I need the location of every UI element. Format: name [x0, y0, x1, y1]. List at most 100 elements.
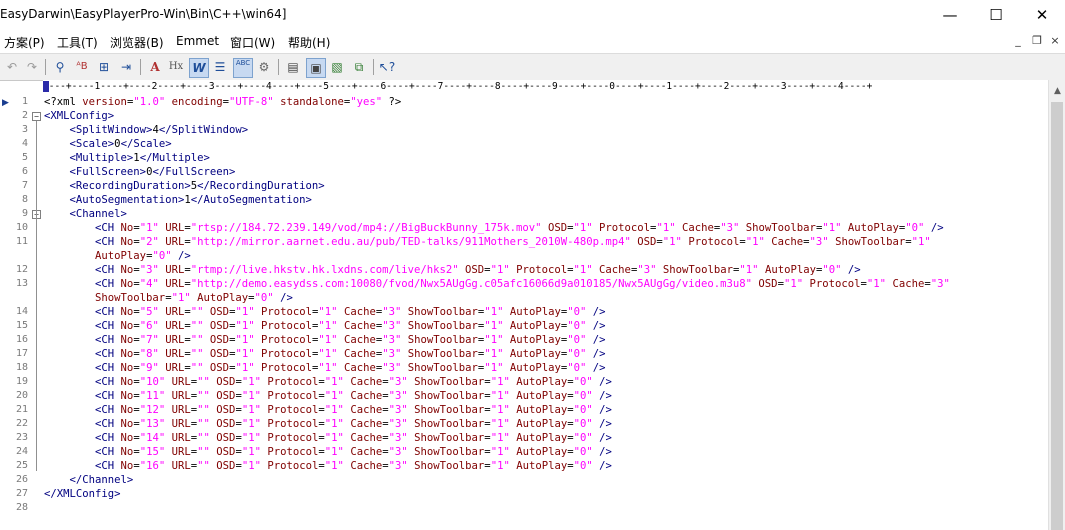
code-line[interactable]: ShowToolbar="1" AutoPlay="0" /> [44, 291, 1044, 305]
goto-icon[interactable]: ⇥ [117, 58, 135, 76]
font-icon[interactable]: A [146, 58, 164, 76]
find-icon[interactable]: ⚲ [51, 58, 69, 76]
view-tiles-icon[interactable]: ▣ [306, 58, 326, 78]
code-line[interactable]: <CH No="8" URL="" OSD="1" Protocol="1" C… [44, 347, 1044, 361]
line-numbers-icon[interactable]: ☰ [211, 58, 229, 76]
scrollbar-thumb[interactable] [1051, 102, 1063, 530]
title-bar: EasyDarwin\EasyPlayerPro-Win\Bin\C++\win… [0, 0, 1065, 31]
code-token: AutoPlay [509, 306, 561, 318]
menu-tools[interactable]: 工具(T) [57, 34, 98, 51]
code-token: "14" [139, 432, 166, 444]
maximize-button[interactable]: ☐ [973, 0, 1019, 31]
code-line[interactable]: <CH No="1" URL="rtsp://184.72.239.149/vo… [44, 221, 1044, 235]
help-pointer-icon[interactable]: ↖? [378, 58, 396, 76]
menu-browser[interactable]: 浏览器(B) [110, 34, 164, 51]
code-token: "1" [739, 264, 759, 276]
code-line[interactable]: <CH No="11" URL="" OSD="1" Protocol="1" … [44, 389, 1044, 403]
code-token: No [120, 278, 134, 290]
code-token: "1" [484, 320, 504, 332]
code-token: /> [592, 446, 612, 458]
close-button[interactable]: ✕ [1019, 0, 1065, 31]
code-token: "1" [318, 348, 338, 360]
code-token: </FullScreen> [152, 166, 236, 178]
code-line[interactable]: </Channel> [44, 473, 1044, 487]
code-token: "" [197, 460, 210, 472]
code-editor[interactable]: ▶ 1 2 3 4 5 6 7 8 9 10 11 12 13 14 15 16 17 18 19 20 21 22 23 2… [0, 94, 1048, 530]
line-number: 14 [15, 306, 28, 317]
code-line[interactable]: <CH No="3" URL="rtmp://live.hkstv.hk.lxd… [44, 263, 1044, 277]
code-line[interactable]: <CH No="5" URL="" OSD="1" Protocol="1" C… [44, 305, 1044, 319]
find-in-files-icon[interactable]: ⊞ [95, 58, 113, 76]
code-token: "0" [152, 250, 172, 262]
word-wrap-icon[interactable]: W [189, 58, 209, 78]
code-line[interactable]: <CH No="4" URL="http://demo.easydss.com:… [44, 277, 1044, 291]
code-line[interactable]: <CH No="2" URL="http://mirror.aarnet.edu… [44, 235, 1044, 249]
replace-icon[interactable]: ᴬB [73, 58, 91, 76]
code-line[interactable]: <RecordingDuration>5</RecordingDuration> [44, 179, 1044, 193]
scroll-up-icon[interactable]: ▲ [1049, 86, 1065, 96]
view-details-icon[interactable]: ▧ [328, 58, 346, 76]
code-line[interactable]: <AutoSegmentation>1</AutoSegmentation> [44, 193, 1044, 207]
code-line[interactable]: <XMLConfig> [44, 109, 1044, 123]
code-line[interactable]: <CH No="16" URL="" OSD="1" Protocol="1" … [44, 459, 1044, 473]
spell-check-icon[interactable]: ABC [233, 58, 253, 78]
code-line[interactable]: <Scale>0</Scale> [44, 137, 1044, 151]
code-token: <SplitWindow> [69, 124, 153, 136]
settings-icon[interactable]: ⚙ [255, 58, 273, 76]
mdi-restore-button[interactable]: ❐ [1029, 33, 1045, 49]
code-token: "1" [235, 320, 255, 332]
code-token: URL [165, 264, 185, 276]
line-number: 11 [15, 236, 28, 247]
code-token: Cache [350, 446, 383, 458]
code-token: "0" [573, 432, 593, 444]
code-token: "1" [911, 236, 931, 248]
code-line[interactable]: <CH No="9" URL="" OSD="1" Protocol="1" C… [44, 361, 1044, 375]
code-token: </AutoSegmentation> [190, 194, 312, 206]
mdi-minimize-button[interactable]: _ [1010, 33, 1026, 49]
menu-window[interactable]: 窗口(W) [230, 34, 275, 51]
code-line[interactable]: <FullScreen>0</FullScreen> [44, 165, 1044, 179]
vertical-scrollbar[interactable]: ▲ [1048, 80, 1065, 530]
code-line[interactable]: AutoPlay="0" /> [44, 249, 1044, 263]
code-line[interactable]: <CH No="14" URL="" OSD="1" Protocol="1" … [44, 431, 1044, 445]
redo-icon[interactable]: ↷ [23, 58, 41, 76]
menu-emmet[interactable]: Emmet [176, 34, 219, 48]
view-list-icon[interactable]: ▤ [284, 58, 302, 76]
code-line[interactable]: <CH No="13" URL="" OSD="1" Protocol="1" … [44, 417, 1044, 431]
menu-project[interactable]: 方案(P) [4, 34, 45, 51]
code-token: Protocol [267, 404, 319, 416]
code-token: Cache [771, 236, 804, 248]
code-token: No [120, 432, 134, 444]
code-line[interactable]: <CH No="15" URL="" OSD="1" Protocol="1" … [44, 445, 1044, 459]
code-token: "5" [139, 306, 159, 318]
fold-toggle-icon[interactable]: − [32, 112, 41, 121]
code-line[interactable]: <CH No="10" URL="" OSD="1" Protocol="1" … [44, 375, 1044, 389]
menu-help[interactable]: 帮助(H) [288, 34, 330, 51]
code-line[interactable]: </XMLConfig> [44, 487, 1044, 501]
code-token: </Scale> [120, 138, 172, 150]
code-line[interactable]: <Multiple>1</Multiple> [44, 151, 1044, 165]
code-token: "6" [139, 320, 159, 332]
code-token: ShowToolbar [95, 292, 166, 304]
code-token: OSD [216, 404, 236, 416]
minimize-button[interactable]: — [927, 0, 973, 31]
code-line[interactable]: <CH No="6" URL="" OSD="1" Protocol="1" C… [44, 319, 1044, 333]
mdi-close-button[interactable]: × [1047, 33, 1063, 49]
code-line[interactable]: <CH No="7" URL="" OSD="1" Protocol="1" C… [44, 333, 1044, 347]
code-token: "0" [567, 362, 587, 374]
code-token: <AutoSegmentation> [69, 194, 185, 206]
undo-icon[interactable]: ↶ [3, 58, 21, 76]
line-number: 28 [15, 502, 28, 513]
code-token: "1" [235, 348, 255, 360]
code-line[interactable]: <Channel> [44, 207, 1044, 221]
code-token: OSD [209, 362, 230, 374]
code-line[interactable]: <CH No="12" URL="" OSD="1" Protocol="1" … [44, 403, 1044, 417]
view-refresh-icon[interactable]: ⧉ [350, 58, 368, 76]
code-line[interactable]: <?xml version="1.0" encoding="UTF-8" sta… [44, 95, 1044, 109]
code-line[interactable]: <SplitWindow>4</SplitWindow> [44, 123, 1044, 137]
html-icon[interactable]: Hx [167, 58, 185, 76]
